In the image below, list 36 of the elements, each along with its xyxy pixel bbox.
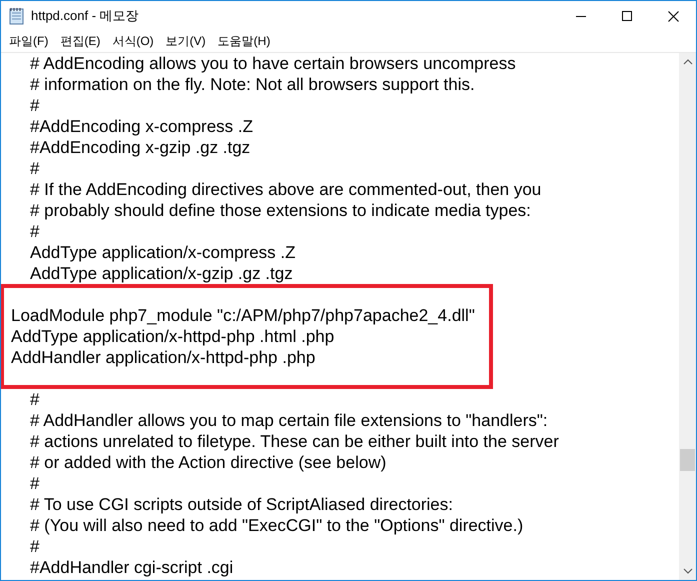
code-line: AddType application/x-httpd-php .html .php xyxy=(11,327,334,346)
menu-item[interactable]: 파일(F) xyxy=(3,33,54,50)
code-line: # xyxy=(30,222,40,241)
code-line: # xyxy=(30,474,40,493)
code-line: # or added with the Action directive (see below) xyxy=(30,453,386,472)
code-line: # xyxy=(30,390,40,409)
scroll-up-icon[interactable] xyxy=(682,59,692,65)
code-line: # (You will also need to add "ExecCGI" to the "Options" directive.) xyxy=(30,516,524,535)
code-line: #AddEncoding x-compress .Z xyxy=(30,117,253,136)
menu-item[interactable]: 도움말(H) xyxy=(212,33,276,50)
code-line: # xyxy=(30,537,40,556)
code-line: AddType application/x-compress .Z xyxy=(30,243,296,262)
code-line: AddHandler application/x-httpd-php .php xyxy=(11,348,316,367)
code-line: #AddEncoding x-gzip .gz .tgz xyxy=(30,138,250,157)
maximize-icon xyxy=(622,10,632,22)
code-line: # AddEncoding allows you to have certain browsers uncompress xyxy=(30,54,516,73)
menu-item[interactable]: 서식(O) xyxy=(106,33,160,50)
menu-item[interactable]: 보기(V) xyxy=(160,33,212,50)
code-line: # actions unrelated to filetype. These can be either built into the server xyxy=(30,432,559,451)
code-line: # information on the fly. Note: Not all browsers support this. xyxy=(30,75,475,94)
code-line: # xyxy=(30,96,40,115)
code-line: #AddHandler cgi-script .cgi xyxy=(30,558,234,577)
code-line: # If the AddEncoding directives above are commented-out, then you xyxy=(30,180,542,199)
code-line: # To use CGI scripts outside of ScriptAliased directories: xyxy=(30,495,453,514)
code-line: # AddHandler allows you to map certain file extensions to "handlers": xyxy=(30,411,548,430)
close-icon xyxy=(668,10,678,22)
menu-item[interactable]: 편집(E) xyxy=(54,33,106,50)
scroll-thumb[interactable] xyxy=(680,449,695,471)
scrollbar[interactable] xyxy=(679,53,696,580)
code-line: # probably should define those extensions to indicate media types: xyxy=(30,201,531,220)
notepad-icon xyxy=(9,7,25,25)
code-line: LoadModule php7_module "c:/APM/php7/php7apache2_4.dll" xyxy=(11,306,475,325)
window-title: httpd.conf - 메모장 xyxy=(31,7,139,25)
scroll-down-icon[interactable] xyxy=(682,568,692,574)
code-line: # xyxy=(30,159,40,178)
code-line: AddType application/x-gzip .gz .tgz xyxy=(30,264,293,283)
